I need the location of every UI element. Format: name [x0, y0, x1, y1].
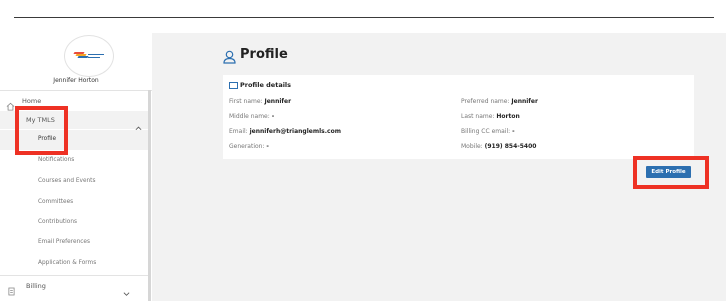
sidebar-subitem-application-forms[interactable]: Application & Forms — [0, 254, 148, 274]
field-mobile: Mobile: (919) 854-5400 — [461, 143, 536, 150]
field-label: Preferred name: — [461, 98, 510, 105]
field-value: - — [512, 128, 515, 135]
sidebar-item-label: Courses and Events — [38, 178, 96, 184]
card-title: Profile details — [240, 81, 292, 89]
user-icon — [223, 49, 236, 68]
sidebar-item-label: Billing — [26, 282, 46, 290]
field-value: jenniferh@trianglemls.com — [249, 128, 341, 135]
page-title: Profile — [240, 47, 288, 62]
sidebar-subitem-email-preferences[interactable]: Email Preferences — [0, 233, 148, 253]
sidebar-scrollbar[interactable] — [148, 90, 151, 301]
field-value: Jennifer — [264, 98, 292, 105]
sidebar-subitem-contributions[interactable]: Contributions — [0, 213, 148, 233]
highlight-box-sidebar — [15, 106, 68, 155]
sidebar-item-label: Contributions — [38, 219, 78, 225]
field-first-name: First name: Jennifer — [229, 98, 291, 105]
top-divider — [14, 17, 714, 18]
field-value: - — [271, 113, 275, 120]
sidebar-divider — [0, 275, 148, 276]
field-value: Jennifer — [511, 98, 538, 105]
field-last-name: Last name: Horton — [461, 113, 520, 120]
sidebar: Jennifer Horton Home My TMLS Profile Not… — [0, 33, 152, 301]
sidebar-item-label: Application & Forms — [38, 260, 97, 266]
field-middle-name: Middle name: - — [229, 113, 274, 120]
field-label: First name: — [229, 98, 263, 105]
sidebar-item-billing[interactable]: Billing — [0, 277, 148, 296]
field-label: Email: — [229, 128, 248, 135]
sidebar-item-label: Notifications — [38, 157, 75, 163]
profile-details-card: Profile details First name: Jennifer Mid… — [223, 75, 694, 159]
highlight-box-edit-profile — [633, 156, 709, 189]
chevron-down-icon — [123, 282, 130, 301]
field-label: Generation: — [229, 143, 265, 150]
sidebar-item-label: Email Preferences — [38, 239, 91, 245]
field-label: Middle name: — [229, 113, 270, 120]
sidebar-item-label: Committees — [38, 199, 74, 205]
field-preferred-name: Preferred name: Jennifer — [461, 98, 538, 105]
sidebar-subitem-courses-and-events[interactable]: Courses and Events — [0, 172, 148, 192]
field-value: - — [266, 143, 269, 150]
avatar — [64, 35, 114, 77]
field-label: Billing CC email: — [461, 128, 511, 135]
field-billing-cc-email: Billing CC email: - — [461, 128, 515, 135]
sidebar-item-label: Home — [22, 97, 42, 105]
id-card-icon — [229, 82, 238, 89]
billing-icon — [8, 281, 15, 300]
field-value: Horton — [496, 113, 520, 120]
field-label: Mobile: — [461, 143, 483, 150]
sidebar-subitem-committees[interactable]: Committees — [0, 193, 148, 213]
triangle-mls-logo — [72, 52, 106, 60]
field-label: Last name: — [461, 113, 495, 120]
sidebar-divider — [0, 90, 152, 91]
user-name: Jennifer Horton — [53, 77, 99, 84]
field-generation: Generation: - — [229, 143, 269, 150]
field-email: Email: jenniferh@trianglemls.com — [229, 128, 341, 135]
field-value: (919) 854-5400 — [484, 143, 537, 150]
